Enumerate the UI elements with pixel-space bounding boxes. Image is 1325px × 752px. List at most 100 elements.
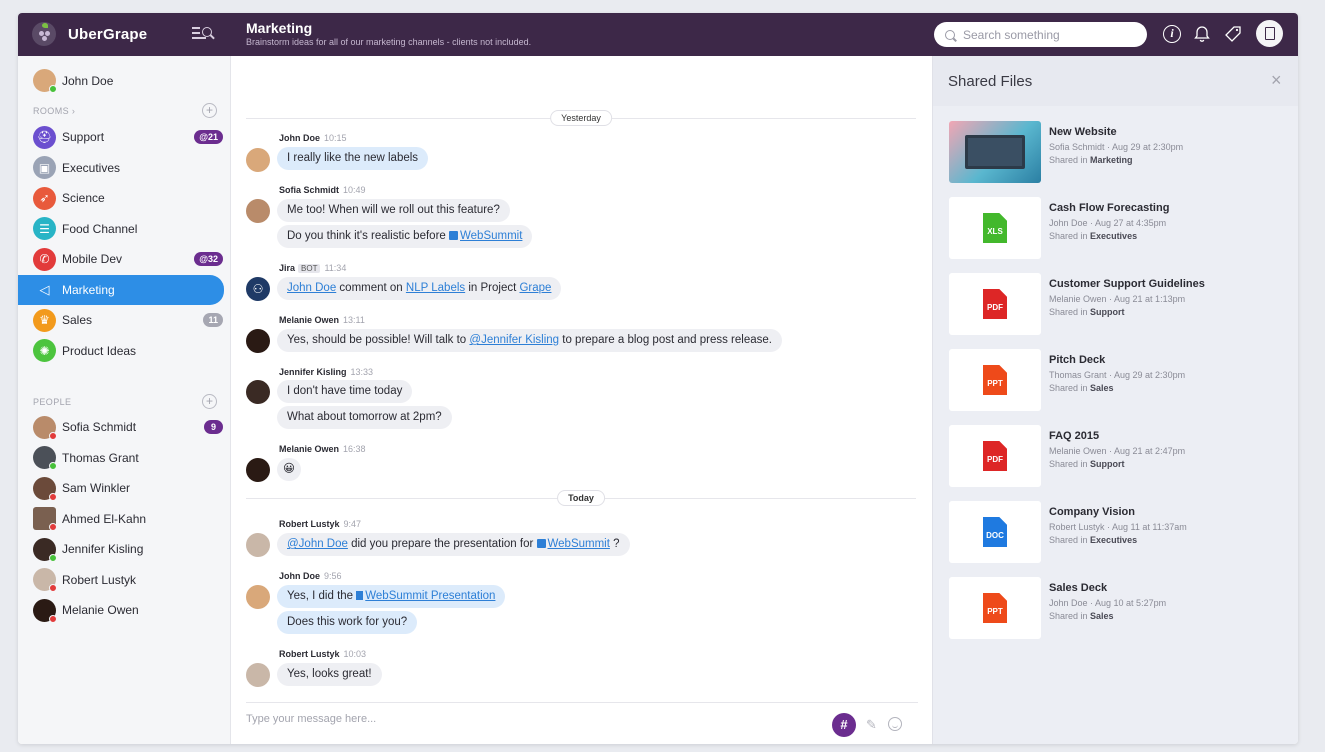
online-status-icon: [49, 462, 57, 471]
sidebar-item-sofia-schmidt[interactable]: Sofia Schmidt 9: [18, 412, 231, 443]
message-bubble: Does this work for you?: [277, 611, 418, 634]
add-room-icon[interactable]: +: [202, 103, 217, 118]
xls-file-icon: XLS: [949, 197, 1041, 259]
message-author[interactable]: Robert Lustyk: [279, 649, 340, 659]
hashtag-button[interactable]: #: [832, 713, 856, 737]
emoji-icon[interactable]: [888, 717, 902, 731]
message-author[interactable]: Jira: [279, 263, 295, 273]
sidebar-item-robert-lustyk[interactable]: Robert Lustyk: [18, 565, 231, 596]
sidebar-item-sales[interactable]: ♛ Sales 11: [18, 305, 231, 336]
shared-files-toggle-button[interactable]: [1256, 20, 1283, 47]
message-text: Do you think it's realistic before: [287, 230, 449, 242]
file-name: New Website: [1049, 126, 1117, 138]
avatar[interactable]: [246, 533, 270, 557]
trophy-icon: ♛: [33, 308, 56, 332]
files-icon: [1260, 27, 1275, 45]
pdf-file-icon: PDF: [949, 273, 1041, 335]
file-icon: [356, 591, 364, 600]
avatar[interactable]: [246, 380, 270, 404]
lightbulb-icon: ✺: [33, 339, 56, 363]
message-author[interactable]: Jennifer Kisling: [279, 367, 347, 377]
file-item[interactable]: PDF FAQ 2015 Melanie Owen · Aug 21 at 2:4…: [949, 425, 1269, 487]
jira-icon[interactable]: ⚇: [246, 277, 270, 301]
avatar[interactable]: [246, 585, 270, 609]
file-room[interactable]: Marketing: [1090, 155, 1133, 165]
message-author[interactable]: John Doe: [279, 133, 320, 143]
file-name: FAQ 2015: [1049, 430, 1100, 442]
mention-badge: @21: [194, 130, 223, 144]
avatar[interactable]: [246, 663, 270, 687]
file-link[interactable]: WebSummit Presentation: [365, 590, 495, 602]
file-room[interactable]: Executives: [1090, 231, 1137, 241]
bell-icon[interactable]: [1192, 24, 1212, 44]
sidebar-item-food-channel[interactable]: ☰ Food Channel: [18, 214, 231, 245]
avatar[interactable]: [246, 329, 270, 353]
sidebar-item-product-ideas[interactable]: ✺ Product Ideas: [18, 336, 231, 367]
event-link[interactable]: WebSummit: [548, 538, 610, 550]
info-icon[interactable]: i: [1162, 24, 1182, 44]
message-author[interactable]: John Doe: [279, 571, 320, 581]
sidebar-item-support[interactable]: ⛑ Support @21: [18, 122, 231, 153]
room-label: Food Channel: [62, 221, 138, 236]
file-room[interactable]: Support: [1090, 459, 1125, 469]
label-tag-icon[interactable]: [1223, 24, 1243, 44]
file-item[interactable]: PPT Sales Deck John Doe · Aug 10 at 5:27p…: [949, 577, 1269, 639]
sidebar-item-thomas-grant[interactable]: Thomas Grant: [18, 443, 231, 474]
room-label: Sales: [62, 313, 93, 328]
file-item[interactable]: PDF Customer Support Guidelines Melanie O…: [949, 273, 1269, 335]
file-item[interactable]: PPT Pitch Deck Thomas Grant · Aug 29 at 2…: [949, 349, 1269, 411]
app-logo[interactable]: UberGrape: [32, 22, 147, 46]
message-header: Robert Lustyk 10:03: [279, 649, 366, 659]
sidebar-item-melanie-owen[interactable]: Melanie Owen: [18, 595, 231, 626]
room-search-icon[interactable]: [192, 24, 216, 44]
avatar[interactable]: [246, 199, 270, 223]
attachment-icon[interactable]: ✎: [866, 717, 877, 733]
person-label: Thomas Grant: [62, 450, 139, 465]
issue-link[interactable]: NLP Labels: [406, 282, 465, 294]
sidebar-item-marketing[interactable]: ◁ Marketing: [18, 274, 224, 305]
file-item[interactable]: DOC Company Vision Robert Lustyk · Aug 11…: [949, 501, 1269, 563]
file-item[interactable]: XLS Cash Flow Forecasting John Doe · Aug …: [949, 197, 1269, 259]
sidebar-item-sam-winkler[interactable]: Sam Winkler: [18, 473, 231, 504]
sidebar-item-science[interactable]: ➶ Science: [18, 183, 231, 214]
sidebar-item-jennifer-kisling[interactable]: Jennifer Kisling: [18, 534, 231, 565]
message-author[interactable]: Melanie Owen: [279, 315, 339, 325]
file-room[interactable]: Support: [1090, 307, 1125, 317]
room-label: Executives: [62, 160, 121, 175]
busy-status-icon: [49, 523, 57, 532]
avatar[interactable]: [246, 148, 270, 172]
channel-header: Marketing Brainstorm ideas for all of ou…: [246, 20, 531, 47]
mention-link[interactable]: @John Doe: [287, 538, 348, 550]
file-room[interactable]: Sales: [1090, 383, 1114, 393]
sidebar-item-ahmed-el-kahn[interactable]: Ahmed El-Kahn: [18, 504, 231, 535]
file-item[interactable]: New Website Sofia Schmidt · Aug 29 at 2:3…: [949, 121, 1269, 183]
current-user[interactable]: John Doe: [33, 69, 113, 93]
message-input[interactable]: [246, 713, 806, 725]
event-link[interactable]: WebSummit: [460, 230, 522, 242]
busy-status-icon: [49, 431, 57, 440]
user-link[interactable]: John Doe: [287, 282, 336, 294]
sidebar-item-mobile-dev[interactable]: ✆ Mobile Dev @32: [18, 244, 231, 275]
message-author[interactable]: Sofia Schmidt: [279, 185, 339, 195]
message-author[interactable]: Robert Lustyk: [279, 519, 340, 529]
avatar: [33, 598, 57, 623]
avatar[interactable]: [246, 458, 270, 482]
message-author[interactable]: Melanie Owen: [279, 444, 339, 454]
avatar: [33, 446, 57, 471]
file-room[interactable]: Executives: [1090, 535, 1137, 545]
close-icon[interactable]: ×: [1271, 70, 1282, 91]
person-label: Sam Winkler: [62, 481, 131, 496]
top-bar: UberGrape Marketing Brainstorm ideas for…: [18, 13, 1298, 56]
search-box: [934, 22, 1147, 47]
file-room[interactable]: Sales: [1090, 611, 1114, 621]
person-label: Sofia Schmidt: [62, 420, 137, 435]
search-input[interactable]: [963, 27, 1133, 42]
message-bubble: What about tomorrow at 2pm?: [277, 406, 452, 429]
rooms-list: ⛑ Support @21 ▣ Executives ➶ Science ☰ F…: [18, 122, 231, 366]
add-person-icon[interactable]: +: [202, 394, 217, 409]
mention-link[interactable]: @Jennifer Kisling: [469, 334, 559, 346]
project-link[interactable]: Grape: [519, 282, 551, 294]
file-type: PDF: [987, 455, 1003, 464]
sidebar-item-executives[interactable]: ▣ Executives: [18, 153, 231, 184]
rooms-section-heading[interactable]: ROOMS ›: [33, 106, 75, 116]
